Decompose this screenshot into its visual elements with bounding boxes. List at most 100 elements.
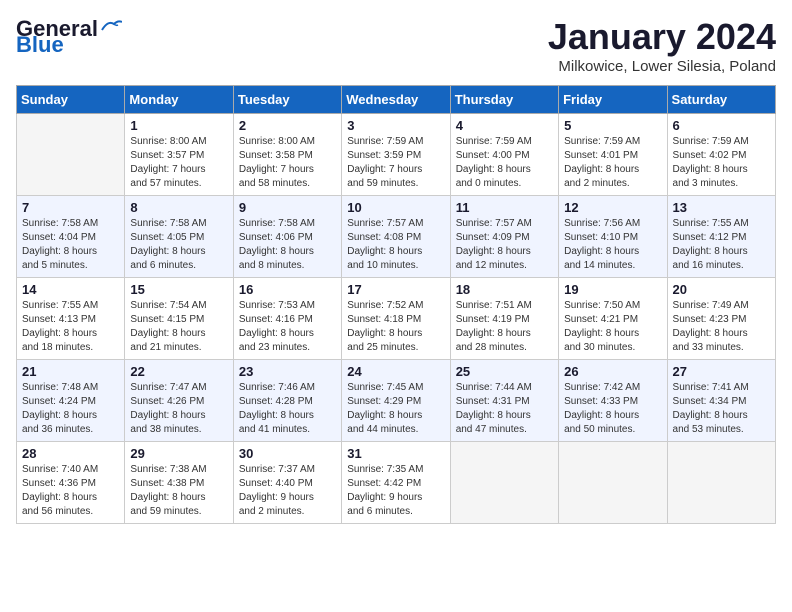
calendar-day-cell <box>17 114 125 196</box>
calendar-day-cell: 5 Sunrise: 7:59 AMSunset: 4:01 PMDaylight… <box>559 114 667 196</box>
day-info: Sunrise: 7:55 AMSunset: 4:13 PMDaylight:… <box>22 299 119 355</box>
day-info: Sunrise: 7:59 AMSunset: 3:59 PMDaylight:… <box>347 135 444 191</box>
day-info: Sunrise: 7:58 AMSunset: 4:06 PMDaylight:… <box>239 217 336 273</box>
day-number: 13 <box>673 200 770 215</box>
day-number: 5 <box>564 118 661 133</box>
day-info: Sunrise: 7:35 AMSunset: 4:42 PMDaylight:… <box>347 463 444 519</box>
day-number: 6 <box>673 118 770 133</box>
calendar-day-cell: 3 Sunrise: 7:59 AMSunset: 3:59 PMDaylight… <box>342 114 450 196</box>
day-info: Sunrise: 7:56 AMSunset: 4:10 PMDaylight:… <box>564 217 661 273</box>
logo-bird-icon <box>100 18 122 34</box>
day-number: 21 <box>22 364 119 379</box>
calendar-week-row: 1 Sunrise: 8:00 AMSunset: 3:57 PMDaylight… <box>17 114 776 196</box>
calendar-day-cell: 17Sunrise: 7:52 AMSunset: 4:18 PMDayligh… <box>342 278 450 360</box>
day-info: Sunrise: 7:41 AMSunset: 4:34 PMDaylight:… <box>673 381 770 437</box>
day-number: 29 <box>130 446 227 461</box>
day-info: Sunrise: 7:58 AMSunset: 4:05 PMDaylight:… <box>130 217 227 273</box>
calendar-day-cell: 20 Sunrise: 7:49 AMSunset: 4:23 PMDayligh… <box>667 278 775 360</box>
day-info: Sunrise: 7:47 AMSunset: 4:26 PMDaylight:… <box>130 381 227 437</box>
day-info: Sunrise: 7:59 AMSunset: 4:02 PMDaylight:… <box>673 135 770 191</box>
day-info: Sunrise: 7:57 AMSunset: 4:09 PMDaylight:… <box>456 217 553 273</box>
day-info: Sunrise: 7:57 AMSunset: 4:08 PMDaylight:… <box>347 217 444 273</box>
day-number: 8 <box>130 200 227 215</box>
calendar-day-cell: 31 Sunrise: 7:35 AMSunset: 4:42 PMDayligh… <box>342 442 450 524</box>
day-number: 3 <box>347 118 444 133</box>
day-info: Sunrise: 7:42 AMSunset: 4:33 PMDaylight:… <box>564 381 661 437</box>
day-number: 16 <box>239 282 336 297</box>
day-info: Sunrise: 7:58 AMSunset: 4:04 PMDaylight:… <box>22 217 119 273</box>
calendar-day-cell: 11Sunrise: 7:57 AMSunset: 4:09 PMDayligh… <box>450 196 558 278</box>
calendar-day-cell: 28 Sunrise: 7:40 AMSunset: 4:36 PMDayligh… <box>17 442 125 524</box>
day-info: Sunrise: 7:59 AMSunset: 4:01 PMDaylight:… <box>564 135 661 191</box>
day-info: Sunrise: 7:44 AMSunset: 4:31 PMDaylight:… <box>456 381 553 437</box>
calendar-day-cell: 24 Sunrise: 7:45 AMSunset: 4:29 PMDayligh… <box>342 360 450 442</box>
day-info: Sunrise: 7:45 AMSunset: 4:29 PMDaylight:… <box>347 381 444 437</box>
day-number: 24 <box>347 364 444 379</box>
weekday-header-monday: Monday <box>125 86 233 114</box>
calendar-week-row: 7Sunrise: 7:58 AMSunset: 4:04 PMDaylight… <box>17 196 776 278</box>
calendar-day-cell: 8 Sunrise: 7:58 AMSunset: 4:05 PMDaylight… <box>125 196 233 278</box>
day-number: 18 <box>456 282 553 297</box>
calendar-day-cell: 21 Sunrise: 7:48 AMSunset: 4:24 PMDayligh… <box>17 360 125 442</box>
calendar-day-cell: 29 Sunrise: 7:38 AMSunset: 4:38 PMDayligh… <box>125 442 233 524</box>
calendar-week-row: 21 Sunrise: 7:48 AMSunset: 4:24 PMDayligh… <box>17 360 776 442</box>
calendar-day-cell: 30Sunrise: 7:37 AMSunset: 4:40 PMDayligh… <box>233 442 341 524</box>
day-info: Sunrise: 7:38 AMSunset: 4:38 PMDaylight:… <box>130 463 227 519</box>
calendar-day-cell: 26 Sunrise: 7:42 AMSunset: 4:33 PMDayligh… <box>559 360 667 442</box>
calendar-week-row: 14 Sunrise: 7:55 AMSunset: 4:13 PMDayligh… <box>17 278 776 360</box>
day-number: 19 <box>564 282 661 297</box>
day-info: Sunrise: 7:40 AMSunset: 4:36 PMDaylight:… <box>22 463 119 519</box>
calendar-day-cell: 7Sunrise: 7:58 AMSunset: 4:04 PMDaylight… <box>17 196 125 278</box>
day-number: 31 <box>347 446 444 461</box>
calendar-day-cell: 12Sunrise: 7:56 AMSunset: 4:10 PMDayligh… <box>559 196 667 278</box>
day-number: 9 <box>239 200 336 215</box>
calendar-day-cell: 9 Sunrise: 7:58 AMSunset: 4:06 PMDaylight… <box>233 196 341 278</box>
day-number: 15 <box>130 282 227 297</box>
day-number: 22 <box>130 364 227 379</box>
calendar-header-row: SundayMondayTuesdayWednesdayThursdayFrid… <box>17 86 776 114</box>
day-number: 2 <box>239 118 336 133</box>
calendar-day-cell <box>450 442 558 524</box>
day-info: Sunrise: 7:46 AMSunset: 4:28 PMDaylight:… <box>239 381 336 437</box>
day-info: Sunrise: 7:48 AMSunset: 4:24 PMDaylight:… <box>22 381 119 437</box>
calendar-day-cell: 2Sunrise: 8:00 AMSunset: 3:58 PMDaylight… <box>233 114 341 196</box>
day-info: Sunrise: 8:00 AMSunset: 3:57 PMDaylight:… <box>130 135 227 191</box>
title-block: January 2024 Milkowice, Lower Silesia, P… <box>548 16 776 75</box>
calendar-day-cell: 6 Sunrise: 7:59 AMSunset: 4:02 PMDaylight… <box>667 114 775 196</box>
calendar-day-cell: 13 Sunrise: 7:55 AMSunset: 4:12 PMDayligh… <box>667 196 775 278</box>
day-number: 14 <box>22 282 119 297</box>
weekday-header-wednesday: Wednesday <box>342 86 450 114</box>
weekday-header-sunday: Sunday <box>17 86 125 114</box>
month-title: January 2024 <box>548 16 776 58</box>
calendar-day-cell: 16Sunrise: 7:53 AMSunset: 4:16 PMDayligh… <box>233 278 341 360</box>
calendar-day-cell: 10 Sunrise: 7:57 AMSunset: 4:08 PMDayligh… <box>342 196 450 278</box>
day-number: 26 <box>564 364 661 379</box>
calendar-day-cell: 23 Sunrise: 7:46 AMSunset: 4:28 PMDayligh… <box>233 360 341 442</box>
logo: General Blue <box>16 16 122 58</box>
day-number: 28 <box>22 446 119 461</box>
day-number: 25 <box>456 364 553 379</box>
day-info: Sunrise: 7:49 AMSunset: 4:23 PMDaylight:… <box>673 299 770 355</box>
calendar-day-cell <box>559 442 667 524</box>
day-info: Sunrise: 7:52 AMSunset: 4:18 PMDaylight:… <box>347 299 444 355</box>
day-number: 27 <box>673 364 770 379</box>
day-number: 1 <box>130 118 227 133</box>
day-info: Sunrise: 7:55 AMSunset: 4:12 PMDaylight:… <box>673 217 770 273</box>
calendar-day-cell: 18 Sunrise: 7:51 AMSunset: 4:19 PMDayligh… <box>450 278 558 360</box>
calendar-day-cell: 14 Sunrise: 7:55 AMSunset: 4:13 PMDayligh… <box>17 278 125 360</box>
day-number: 10 <box>347 200 444 215</box>
calendar-day-cell <box>667 442 775 524</box>
day-info: Sunrise: 7:51 AMSunset: 4:19 PMDaylight:… <box>456 299 553 355</box>
day-number: 4 <box>456 118 553 133</box>
calendar-table: SundayMondayTuesdayWednesdayThursdayFrid… <box>16 85 776 524</box>
calendar-day-cell: 22 Sunrise: 7:47 AMSunset: 4:26 PMDayligh… <box>125 360 233 442</box>
calendar-day-cell: 1 Sunrise: 8:00 AMSunset: 3:57 PMDaylight… <box>125 114 233 196</box>
calendar-day-cell: 15 Sunrise: 7:54 AMSunset: 4:15 PMDayligh… <box>125 278 233 360</box>
day-info: Sunrise: 7:50 AMSunset: 4:21 PMDaylight:… <box>564 299 661 355</box>
day-info: Sunrise: 7:54 AMSunset: 4:15 PMDaylight:… <box>130 299 227 355</box>
day-number: 23 <box>239 364 336 379</box>
day-number: 30 <box>239 446 336 461</box>
logo-blue: Blue <box>16 32 64 58</box>
page-header: General Blue January 2024 Milkowice, Low… <box>16 16 776 75</box>
day-number: 20 <box>673 282 770 297</box>
